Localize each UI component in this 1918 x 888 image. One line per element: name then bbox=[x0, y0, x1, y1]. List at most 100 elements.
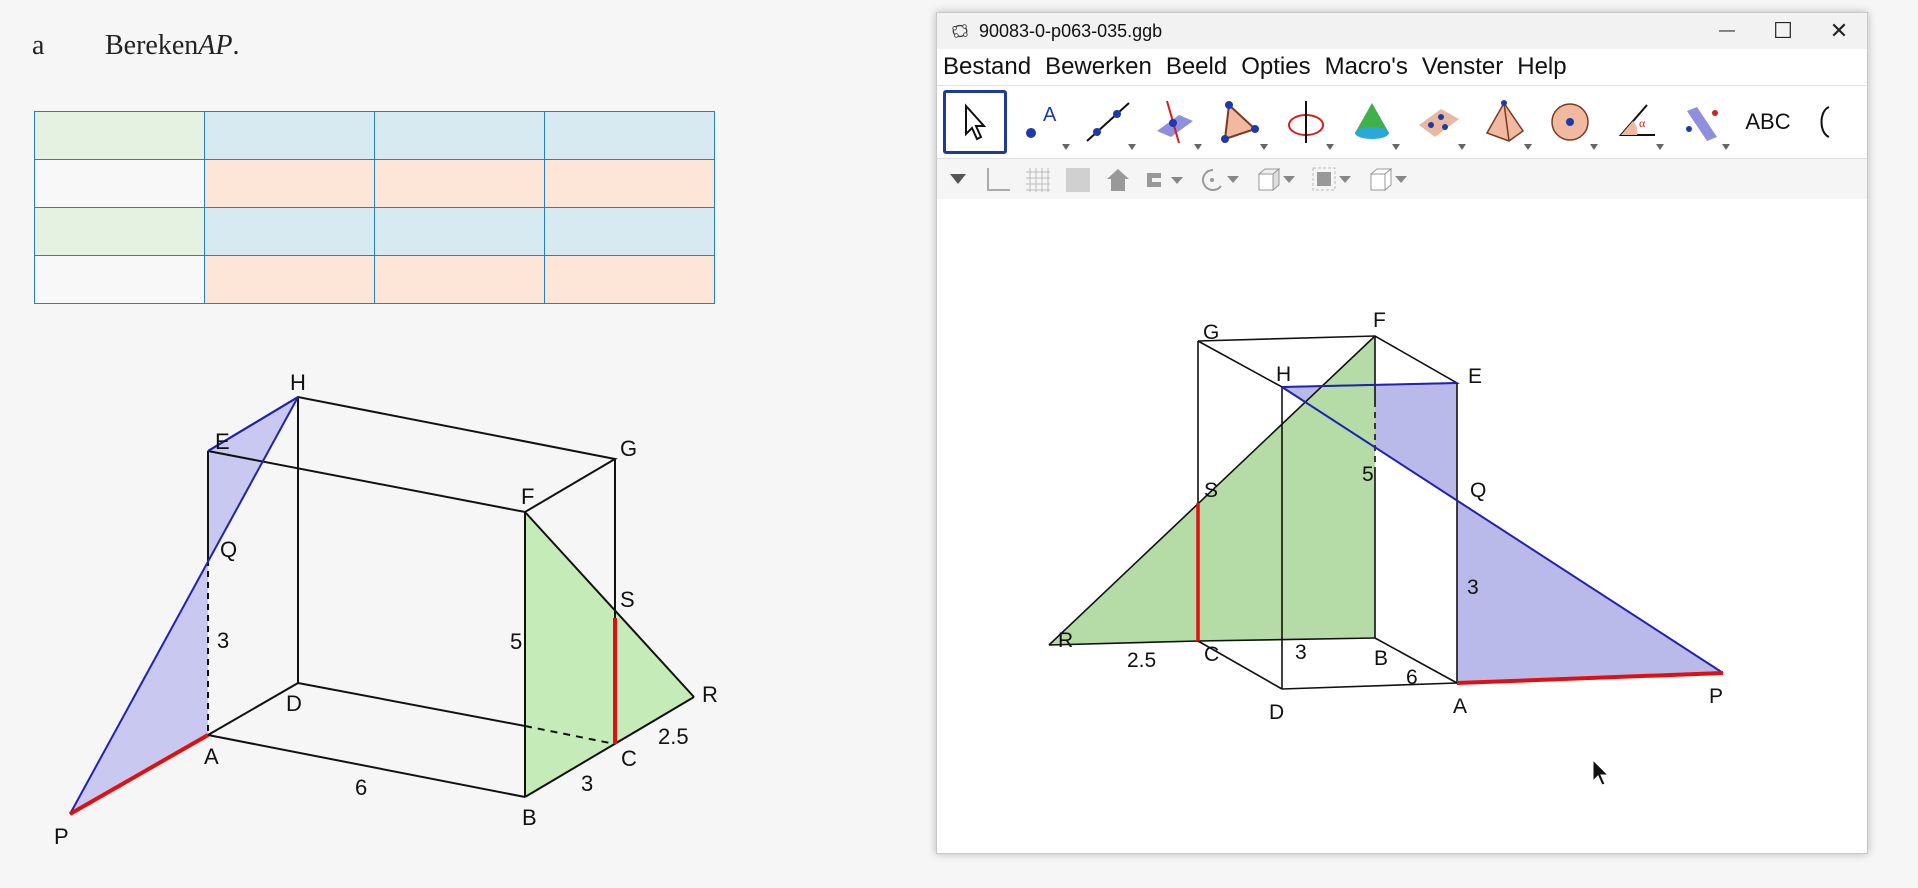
table-cell bbox=[204, 255, 375, 304]
table-cell bbox=[374, 207, 545, 256]
gg-measure-3b: 3 bbox=[1295, 641, 1307, 664]
view-tool-button[interactable] bbox=[1803, 91, 1865, 153]
question-verb: Bereken bbox=[105, 30, 199, 61]
menu-item-bestand[interactable]: Bestand bbox=[937, 53, 1038, 81]
gg-point-label-H: H bbox=[1276, 363, 1291, 386]
text-tool-button[interactable]: ABC bbox=[1737, 91, 1799, 153]
maximize-icon: ☐ bbox=[1773, 18, 1793, 43]
sphere-icon bbox=[1551, 103, 1589, 141]
sphere-tool-button[interactable] bbox=[1539, 91, 1601, 153]
home-button[interactable] bbox=[1103, 165, 1133, 195]
home-icon bbox=[1107, 169, 1129, 191]
title-bar[interactable]: 90083-0-p063-035.ggb — ☐ ✕ bbox=[937, 13, 1867, 49]
rotation-icon bbox=[1202, 169, 1239, 191]
table-cell bbox=[34, 159, 205, 208]
axes-toggle[interactable] bbox=[983, 165, 1013, 195]
table-cell bbox=[374, 255, 545, 304]
polygon-tool-button[interactable] bbox=[1209, 91, 1271, 153]
table-cell bbox=[544, 207, 715, 256]
view-direction-dropdown[interactable] bbox=[1255, 165, 1301, 195]
question-text: BerekenAP. bbox=[105, 30, 240, 62]
gg-measure-6: 6 bbox=[1406, 666, 1418, 689]
rotate-view-dropdown[interactable] bbox=[1199, 165, 1245, 195]
point-label-R: R bbox=[702, 682, 718, 707]
pyramid-tool-button[interactable] bbox=[1473, 91, 1535, 153]
angle-tool-button[interactable]: α bbox=[1605, 91, 1667, 153]
point-tool-button[interactable]: A bbox=[1011, 91, 1073, 153]
point-label-F: F bbox=[521, 484, 534, 509]
menu-item-beeld[interactable]: Beeld bbox=[1159, 53, 1234, 81]
menu-item-help[interactable]: Help bbox=[1510, 53, 1573, 81]
close-button[interactable]: ✕ bbox=[1811, 13, 1867, 49]
minimize-button[interactable]: — bbox=[1699, 13, 1755, 49]
plane-toggle[interactable] bbox=[1063, 165, 1093, 195]
table-row bbox=[34, 207, 715, 256]
point-label-A: A bbox=[204, 744, 219, 769]
point-label-E: E bbox=[215, 429, 230, 454]
menu-bar: Bestand Bewerken Beeld Opties Macro's Venster… bbox=[937, 49, 1867, 86]
menu-item-bewerken[interactable]: Bewerken bbox=[1038, 53, 1159, 81]
plane-points-tool-button[interactable] bbox=[1407, 91, 1469, 153]
perpendicular-line-icon bbox=[1157, 100, 1193, 144]
line-through-points-icon bbox=[1086, 102, 1130, 142]
textbook-figure: H E G F Q S R D A C B P 3 5 6 3 2.5 bbox=[54, 370, 718, 849]
gg-point-label-F: F bbox=[1373, 309, 1386, 332]
style-bar-toggle[interactable] bbox=[943, 165, 973, 195]
table-row bbox=[34, 255, 715, 304]
move-tool-button[interactable] bbox=[943, 90, 1007, 154]
reflect-tool-button[interactable] bbox=[1671, 91, 1733, 153]
svg-text:A: A bbox=[1043, 104, 1057, 126]
question-variable: AP bbox=[198, 30, 233, 61]
table-cell bbox=[34, 255, 205, 304]
table-cell bbox=[544, 111, 715, 160]
cone-tool-button[interactable] bbox=[1341, 91, 1403, 153]
plane-line-tool-button[interactable] bbox=[1143, 91, 1205, 153]
clipping-dropdown[interactable] bbox=[1311, 165, 1357, 195]
cone-icon bbox=[1355, 103, 1389, 139]
magnet-icon bbox=[1147, 173, 1183, 187]
minimize-icon: — bbox=[1719, 22, 1735, 39]
grid-toggle[interactable] bbox=[1023, 165, 1053, 195]
axes-icon bbox=[987, 168, 1010, 191]
geogebra-window: 90083-0-p063-035.ggb — ☐ ✕ Bestand Bewerk… bbox=[936, 12, 1868, 854]
graphics-3d-view[interactable]: G F H E S Q R C B D A P 5 3 2.5 3 6 bbox=[937, 199, 1867, 853]
text-tool-label: ABC bbox=[1745, 109, 1791, 134]
cursor-arrow-icon bbox=[965, 103, 987, 141]
cube-view-icon bbox=[1257, 167, 1295, 192]
circle-axis-tool-button[interactable] bbox=[1275, 91, 1337, 153]
question-label: a bbox=[32, 30, 45, 61]
projection-dropdown[interactable] bbox=[1367, 165, 1413, 195]
svg-text:α: α bbox=[1639, 116, 1646, 130]
polygon-icon bbox=[1221, 101, 1259, 143]
table-row bbox=[34, 159, 715, 208]
menu-item-opties[interactable]: Opties bbox=[1234, 53, 1317, 81]
gg-point-label-G: G bbox=[1203, 321, 1219, 344]
point-label-B: B bbox=[522, 805, 537, 830]
window-title: 90083-0-p063-035.ggb bbox=[979, 20, 1163, 41]
point-capturing-dropdown[interactable] bbox=[1143, 165, 1189, 195]
maximize-button[interactable]: ☐ bbox=[1755, 13, 1811, 49]
geogebra-figure: G F H E S Q R C B D A P 5 3 2.5 3 6 bbox=[1048, 309, 1724, 786]
answer-table bbox=[34, 111, 715, 304]
angle-icon: α bbox=[1618, 104, 1655, 136]
circle-axis-icon bbox=[1288, 101, 1324, 143]
point-label-C: C bbox=[621, 746, 637, 771]
menu-item-macros[interactable]: Macro's bbox=[1318, 53, 1415, 81]
point-label-G: G bbox=[620, 436, 637, 461]
point-label-H: H bbox=[290, 370, 306, 395]
gg-point-label-A: A bbox=[1453, 695, 1467, 718]
point-label-Q: Q bbox=[220, 537, 237, 562]
question-end: . bbox=[232, 30, 240, 61]
table-cell bbox=[34, 207, 205, 256]
line-tool-button[interactable] bbox=[1077, 91, 1139, 153]
toolbar: A α ABC bbox=[937, 86, 1867, 159]
table-cell bbox=[544, 255, 715, 304]
menu-item-venster[interactable]: Venster bbox=[1415, 53, 1510, 81]
projection-cube-icon bbox=[1369, 167, 1407, 192]
gg-point-label-Q: Q bbox=[1470, 479, 1486, 502]
measure-6: 6 bbox=[355, 775, 367, 800]
point-label-D: D bbox=[286, 691, 302, 716]
measure-3: 3 bbox=[217, 628, 229, 653]
rotate-view-icon bbox=[1820, 106, 1830, 138]
geogebra-logo-icon bbox=[952, 24, 968, 38]
